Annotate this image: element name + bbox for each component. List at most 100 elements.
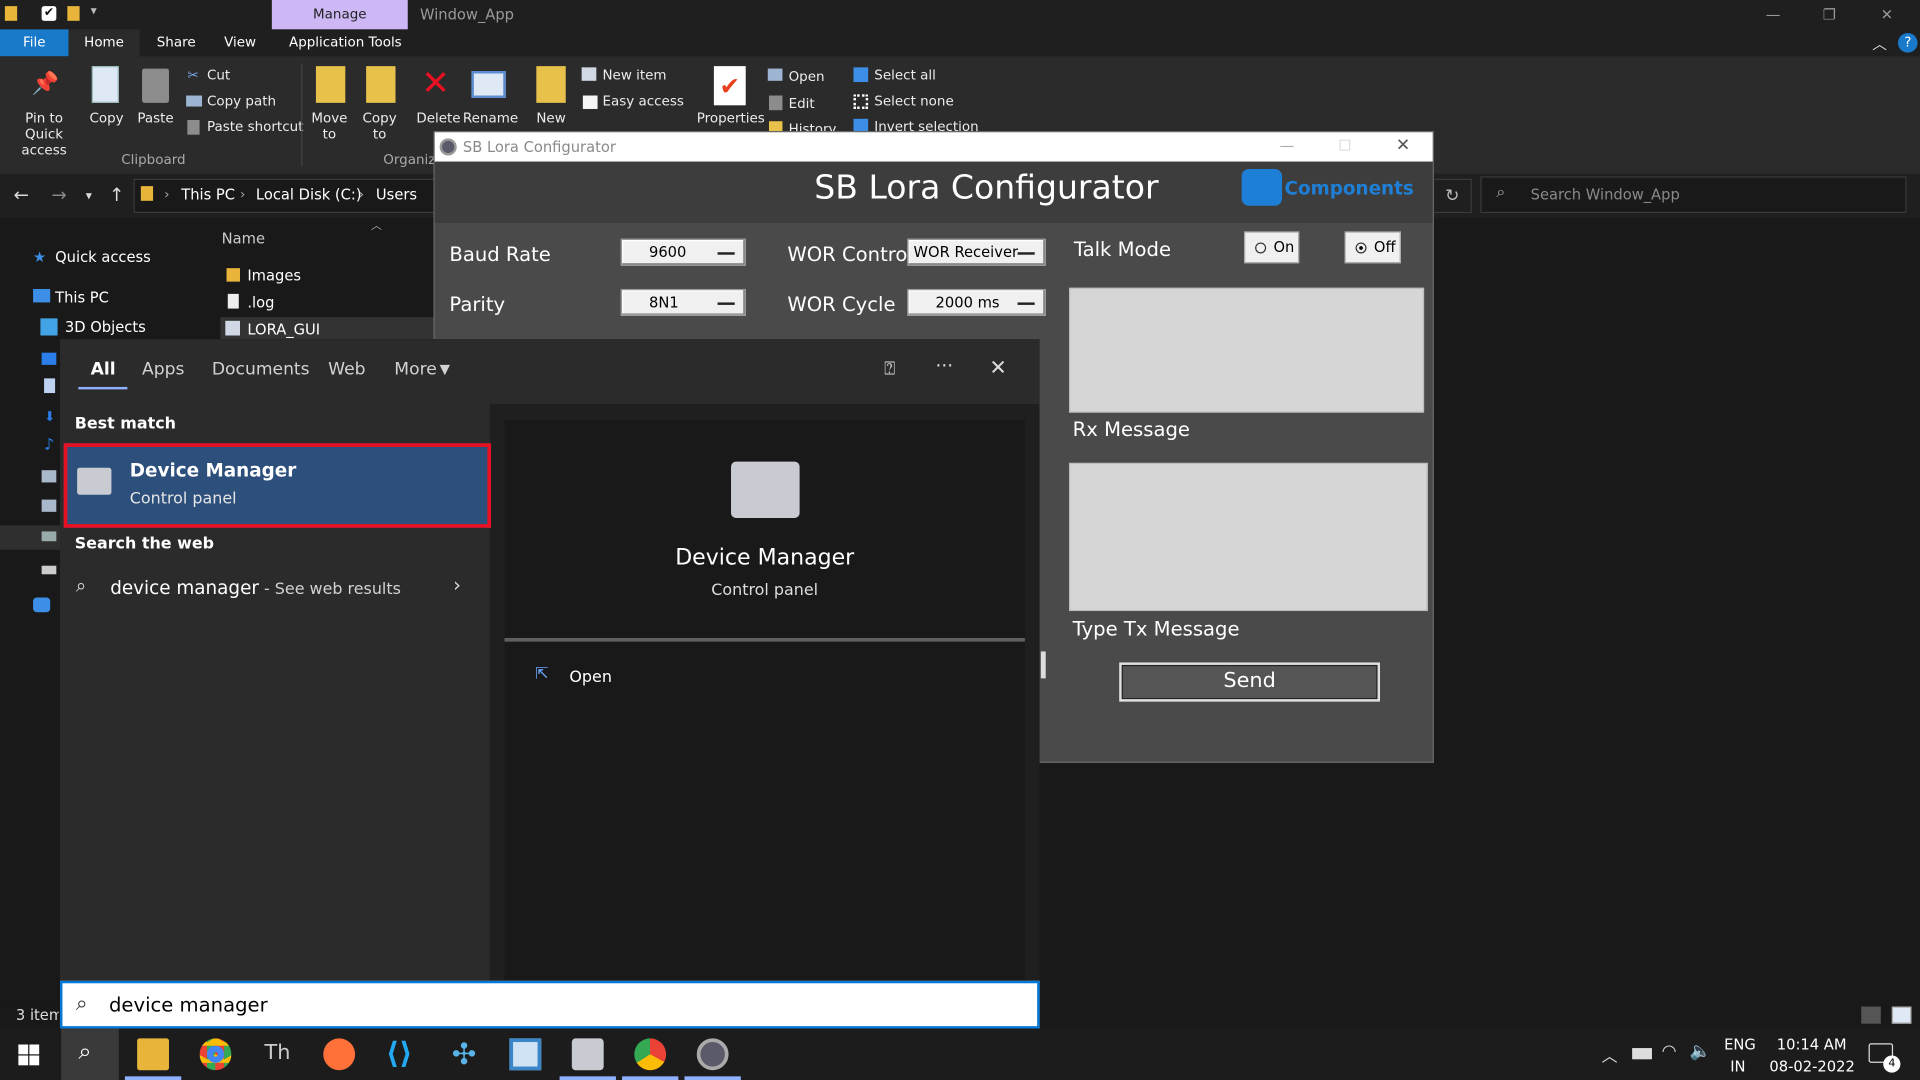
history-button[interactable]: History: [789, 121, 837, 131]
open-button[interactable]: Open: [789, 69, 825, 85]
file-row-log[interactable]: .log: [247, 294, 274, 311]
pictures-icon[interactable]: [41, 470, 57, 483]
language-code[interactable]: ENG: [1724, 1036, 1756, 1053]
lora-app-taskbar-icon[interactable]: [696, 1038, 729, 1071]
documents-icon[interactable]: [44, 378, 56, 394]
refresh-icon[interactable]: ↻: [1432, 178, 1472, 214]
large-icons-view-icon[interactable]: [1891, 1006, 1912, 1024]
chevron-down-icon[interactable]: ▼: [440, 361, 450, 377]
device-manager-taskbar-icon[interactable]: [571, 1038, 604, 1071]
minimize-icon[interactable]: —: [1745, 0, 1801, 29]
up-arrow-icon[interactable]: ↑: [109, 184, 124, 206]
properties-button[interactable]: Properties: [697, 110, 765, 126]
copy-path-button[interactable]: Copy path: [207, 93, 276, 109]
breadcrumb-users[interactable]: Users: [376, 186, 417, 203]
talk-mode-off-radio[interactable]: Off: [1344, 231, 1401, 264]
typora-icon[interactable]: Th: [264, 1041, 290, 1065]
network-tool-icon[interactable]: ✣: [448, 1038, 480, 1070]
paste-button[interactable]: Paste: [135, 110, 177, 126]
music-icon[interactable]: ♪: [44, 436, 54, 454]
recent-locations-icon[interactable]: ▾: [86, 190, 92, 203]
close-icon[interactable]: ✕: [1396, 136, 1410, 156]
pin-to-quick-access-button[interactable]: Pin to Quick access: [5, 110, 83, 158]
tx-message-input[interactable]: [1068, 462, 1428, 612]
select-all-button[interactable]: Select all: [874, 67, 936, 83]
clock-date[interactable]: 08-02-2022: [1769, 1058, 1854, 1075]
desktop-icon[interactable]: [41, 352, 57, 365]
rename-button[interactable]: Rename: [463, 110, 518, 126]
wifi-icon[interactable]: ◠: [1662, 1042, 1677, 1062]
tab-manage[interactable]: Manage: [271, 0, 408, 30]
new-folder-icon[interactable]: [67, 6, 80, 21]
chrome-profile-icon[interactable]: [634, 1038, 667, 1071]
new-item-button[interactable]: New item: [602, 67, 666, 83]
cut-button[interactable]: Cut: [207, 67, 230, 83]
file-explorer-icon[interactable]: [137, 1038, 169, 1071]
easy-access-button[interactable]: Easy access: [602, 93, 683, 109]
scrollbar-handle[interactable]: [1040, 651, 1046, 679]
settings-app-icon[interactable]: [509, 1038, 542, 1071]
tab-all[interactable]: All: [78, 360, 129, 390]
tab-share[interactable]: Share: [143, 29, 209, 56]
move-to-button[interactable]: Move to: [309, 110, 351, 142]
tab-view[interactable]: View: [211, 29, 270, 56]
vscode-icon[interactable]: ⟨⟩: [386, 1036, 413, 1070]
tab-file[interactable]: File: [0, 29, 69, 57]
chrome-icon[interactable]: [199, 1038, 232, 1071]
region-code[interactable]: IN: [1730, 1058, 1745, 1075]
minimize-icon[interactable]: —: [1280, 137, 1295, 154]
tab-home[interactable]: Home: [68, 29, 140, 57]
send-button[interactable]: Send: [1119, 662, 1381, 702]
windows-start-icon[interactable]: [18, 1044, 40, 1066]
tab-application-tools[interactable]: Application Tools: [276, 29, 416, 56]
collapse-ribbon-icon[interactable]: ︿: [1872, 33, 1887, 54]
help-icon[interactable]: ?: [1897, 33, 1918, 53]
close-icon[interactable]: ✕: [1859, 0, 1915, 29]
tab-web[interactable]: Web: [328, 360, 365, 380]
edit-button[interactable]: Edit: [789, 96, 815, 112]
delete-button[interactable]: Delete: [416, 110, 460, 126]
clock-time[interactable]: 10:14 AM: [1777, 1036, 1847, 1053]
nav-quick-access[interactable]: Quick access: [55, 249, 151, 266]
back-arrow-icon[interactable]: ←: [13, 184, 28, 206]
nav-3d-objects[interactable]: 3D Objects: [65, 318, 146, 335]
show-hidden-icons-icon[interactable]: ︿: [1602, 1043, 1618, 1066]
nav-this-pc[interactable]: This PC: [55, 289, 109, 306]
best-match-result[interactable]: [63, 443, 492, 528]
talk-mode-on-radio[interactable]: On: [1244, 231, 1300, 264]
tab-more[interactable]: More: [394, 360, 437, 380]
restore-icon[interactable]: ❐: [1801, 0, 1857, 29]
drive-icon[interactable]: [41, 565, 57, 575]
select-none-button[interactable]: Select none: [874, 93, 953, 109]
file-row-lora-gui[interactable]: LORA_GUI: [247, 321, 320, 338]
forward-arrow-icon[interactable]: →: [51, 184, 66, 206]
chevron-right-icon[interactable]: ›: [453, 573, 461, 596]
new-folder-button[interactable]: New folder: [529, 110, 573, 127]
battery-icon[interactable]: [1632, 1048, 1652, 1060]
taskbar-search-input[interactable]: device manager: [60, 980, 1040, 1029]
firefox-icon[interactable]: [323, 1038, 356, 1071]
parity-select[interactable]: 8N1: [620, 288, 746, 316]
volume-icon[interactable]: 🔈: [1690, 1042, 1711, 1062]
breadcrumb-local-disk[interactable]: Local Disk (C:): [256, 186, 362, 203]
wor-cycle-select[interactable]: 2000 ms: [907, 288, 1046, 316]
network-icon[interactable]: [33, 597, 51, 613]
feedback-icon[interactable]: ⍰: [884, 358, 895, 380]
paste-shortcut-button[interactable]: Paste shortcut: [207, 119, 303, 135]
tab-apps[interactable]: Apps: [142, 360, 184, 380]
videos-icon[interactable]: [41, 499, 57, 512]
column-header-name[interactable]: Name: [222, 230, 265, 247]
more-options-icon[interactable]: ···: [936, 355, 954, 377]
tab-documents[interactable]: Documents: [212, 360, 310, 380]
rx-message-box[interactable]: [1068, 287, 1425, 413]
close-icon[interactable]: ✕: [989, 356, 1006, 380]
wor-control-select[interactable]: WOR Receiver: [907, 238, 1046, 266]
maximize-icon[interactable]: ☐: [1338, 137, 1351, 154]
downloads-icon[interactable]: ⬇: [44, 409, 55, 425]
customize-toolbar-icon[interactable]: ▾: [91, 5, 97, 18]
copy-to-button[interactable]: Copy to: [359, 110, 401, 142]
file-row-images[interactable]: Images: [247, 267, 301, 284]
details-view-icon[interactable]: [1861, 1006, 1881, 1024]
copy-button[interactable]: Copy: [86, 110, 128, 126]
invert-selection-button[interactable]: Invert selection: [874, 119, 978, 131]
